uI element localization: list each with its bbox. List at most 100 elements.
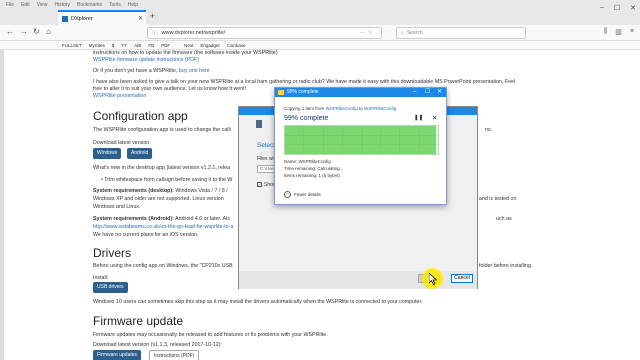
config-description: The WSPRlite configuration app is used t…: [93, 127, 231, 133]
copy-source-link[interactable]: WSPRliteConfig: [326, 106, 358, 111]
sysreq-line2: Windows XP and older are not supported. …: [93, 196, 224, 202]
url-bar[interactable]: ⓘ www.dxplorer.net/wsprlite/: [147, 27, 382, 39]
sysreq-android: System requirements (Android): Android 4…: [93, 216, 230, 223]
page-actions-icon[interactable]: ··· ☆: [360, 29, 373, 36]
maximize-icon[interactable]: ☐: [614, 4, 620, 12]
copy-progress-dialog: 99% complete – ☐ ✕ Copying 1 item from W…: [274, 87, 447, 205]
copy-dialog-title: 99% complete: [275, 88, 446, 97]
bookmark-dollar[interactable]: $: [112, 43, 115, 48]
library-icon[interactable]: ⫼: [604, 28, 607, 36]
home-icon[interactable]: ⌂: [46, 27, 51, 36]
fewer-details-button[interactable]: ⌃ Fewer details: [284, 191, 321, 198]
minimize-icon[interactable]: –: [600, 4, 604, 12]
copy-dest-link[interactable]: WSPRliteConfig: [364, 106, 396, 111]
bookmark-coinbase[interactable]: Coinbase: [227, 43, 246, 48]
menu-icon[interactable]: ≡: [630, 28, 634, 36]
browser-tab[interactable]: DXplorer ✕: [58, 10, 146, 25]
tab-title: DXplorer: [71, 15, 93, 22]
dialog-maximize-icon[interactable]: ☐: [425, 88, 430, 97]
app-files-label: Files wi: [257, 156, 274, 162]
windows-button[interactable]: Windows: [93, 148, 122, 159]
info-icon[interactable]: ⓘ: [152, 29, 158, 37]
folder-icon: [278, 90, 284, 95]
app-select-heading: Select: [257, 142, 276, 149]
search-icon: ⌕: [401, 30, 404, 36]
reload-icon[interactable]: ↻: [33, 27, 40, 36]
presentation-link[interactable]: WSPRlite presentation: [93, 93, 146, 100]
search-input[interactable]: ⌕ Search: [396, 27, 526, 39]
download-label: Download latest version:: [93, 140, 151, 146]
bullet-item: • Trim whitespace from callsign before s…: [93, 177, 232, 184]
sysreq-android-label: System requirements (Android):: [93, 216, 174, 222]
close-window-icon[interactable]: ✕: [630, 4, 636, 12]
copy-time-remaining: Time remaining: Calculating...: [284, 166, 344, 171]
copy-prefix: Copying 1 item from: [284, 106, 326, 111]
favicon-icon: [62, 15, 68, 22]
fewer-details-label: Fewer details: [294, 192, 321, 197]
bookmark-pdf[interactable]: PDF: [161, 43, 170, 48]
sysreq-desktop-value: Windows Vista / 7 / 8 /: [173, 188, 228, 194]
sidebar-icon[interactable]: ▥: [615, 28, 622, 36]
menu-view[interactable]: View: [37, 2, 48, 8]
menu-bookmarks[interactable]: Bookmarks: [77, 2, 102, 8]
buy-link[interactable]: buy one here: [179, 68, 210, 74]
back-icon[interactable]: ←: [6, 27, 14, 36]
drivers-description: Before using the config app on Windows, …: [93, 263, 233, 269]
dialog-minimize-icon[interactable]: –: [413, 88, 416, 97]
chevron-up-icon: ⌃: [284, 191, 291, 198]
tab-close-icon[interactable]: ✕: [138, 15, 146, 22]
new-tab-button[interactable]: +: [150, 11, 155, 21]
app-show-checkbox[interactable]: ✓: [257, 182, 262, 187]
sysreq-line3: Windows and Linux.: [93, 204, 141, 210]
app-cancel-button[interactable]: Cancel: [451, 274, 473, 283]
copy-dialog-title-text: 99% complete: [287, 89, 319, 95]
drivers-description-end: folder before installing.: [479, 263, 533, 269]
menu-file[interactable]: File: [6, 2, 14, 8]
drivers-heading: Drivers: [93, 246, 131, 260]
cancel-copy-icon[interactable]: ✕: [432, 114, 437, 122]
search-placeholder: Search: [406, 30, 423, 36]
page-gutter: [0, 50, 4, 360]
copy-progress-graph: [284, 125, 439, 155]
copy-items-remaining: Items remaining: 1 (0 bytes): [284, 173, 340, 178]
android-button[interactable]: Android: [127, 148, 153, 159]
url-text: www.dxplorer.net/wsprlite/: [161, 30, 226, 36]
android-lead-link[interactable]: http://www.sotabeams.co.uk/on-the-go-lea…: [93, 224, 233, 231]
menu-bar: File Edit View History Bookmarks Tools H…: [6, 2, 138, 8]
menu-help[interactable]: Help: [128, 2, 138, 8]
usb-drivers-button[interactable]: USB drivers: [93, 282, 128, 293]
copy-source-line: Copying 1 item from WSPRliteConfig to WS…: [284, 106, 396, 111]
menu-edit[interactable]: Edit: [21, 2, 30, 8]
sysreq-line2-end: and is tested on: [479, 196, 517, 202]
bookmark-yt[interactable]: YT: [121, 43, 127, 48]
menu-tools[interactable]: Tools: [109, 2, 121, 8]
tab-bar: File Edit View History Bookmarks Tools H…: [0, 0, 640, 25]
forward-icon[interactable]: →: [20, 27, 28, 36]
bookmark-mysites[interactable]: MySites: [89, 43, 105, 48]
copy-name: Name: WSPRliteConfig: [284, 159, 331, 164]
bookmark-fb[interactable]: FB: [148, 43, 154, 48]
bookmark-nest[interactable]: Nest: [184, 43, 193, 48]
config-description-end: ns.: [485, 127, 493, 133]
instructions-pdf-button[interactable]: Instructions (PDF): [149, 350, 200, 360]
ios-text: We have no current plans for an iOS vers…: [93, 232, 199, 238]
toolbar-icons: ⫼ ▥ ≡: [604, 28, 634, 36]
pause-icon[interactable]: ❚❚: [414, 115, 423, 121]
dialog-close-icon[interactable]: ✕: [437, 88, 442, 97]
firmware-heading: Firmware update: [93, 314, 184, 328]
config-heading: Configuration app: [93, 109, 188, 123]
copy-percent-text: 99% complete: [284, 115, 329, 122]
menu-history[interactable]: History: [54, 2, 70, 8]
bookmark-fullset[interactable]: FULLSET: [62, 43, 82, 48]
firmware-updates-button[interactable]: Firmware updates: [93, 350, 142, 360]
whats-new-text: What's new in the desktop app (latest ve…: [93, 165, 231, 171]
bookmarks-bar: FULLSET MySites $ YT ABI FB PDF Nest Eng…: [0, 41, 640, 50]
firmware-description: Firmware updates may occasionally be rel…: [93, 332, 328, 338]
firmware-download-label: Download latest version (v1.1.3, release…: [93, 342, 222, 348]
sysreq-android-value: Android 4.0 or later. Als: [173, 216, 230, 222]
bookmark-engadget[interactable]: Engadget: [200, 43, 219, 48]
bookmark-abi[interactable]: ABI: [134, 43, 141, 48]
mouse-pointer-icon: [429, 273, 437, 285]
buy-line: Or if you don't yet have a WSPRlite, buy…: [93, 68, 210, 75]
firmware-instructions-link[interactable]: WSPRlite firmware update instructions (P…: [93, 57, 199, 64]
